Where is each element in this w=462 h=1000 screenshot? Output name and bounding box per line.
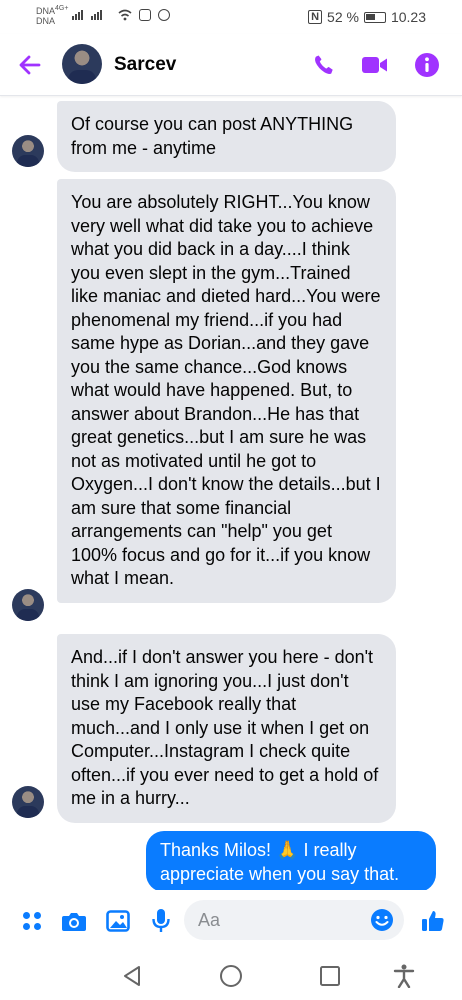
back-triangle-icon[interactable] [120, 964, 144, 988]
carrier-labels: DNA4G+ DNA [36, 4, 68, 26]
wifi-icon [118, 9, 132, 21]
outgoing-message[interactable]: Thanks Milos! 🙏 I really appreciate when… [146, 831, 436, 890]
accessibility-icon[interactable] [392, 964, 416, 988]
signal-strength-icon [72, 10, 102, 20]
menu-dots-icon[interactable] [18, 907, 46, 935]
carrier-top: DNA [36, 6, 56, 16]
incoming-message[interactable]: Of course you can post ANYTHING from me … [57, 101, 396, 172]
message-composer: Aa [0, 890, 462, 952]
status-right: N 52 % 10.23 [308, 9, 426, 25]
info-icon[interactable] [413, 51, 441, 79]
thumbs-up-icon[interactable] [419, 907, 447, 935]
contact-avatar[interactable] [62, 44, 102, 84]
back-arrow-icon[interactable] [17, 52, 43, 78]
facebook-icon [158, 9, 170, 21]
sender-avatar[interactable] [12, 786, 44, 818]
sender-avatar[interactable] [12, 135, 44, 167]
contact-name[interactable]: Sarcev [114, 54, 176, 76]
incoming-message[interactable]: You are absolutely RIGHT...You know very… [57, 179, 396, 603]
home-circle-icon[interactable] [219, 964, 243, 988]
instagram-icon [139, 9, 151, 21]
status-bar: DNA4G+ DNA N 52 % 10.23 [0, 0, 462, 34]
image-icon[interactable] [104, 907, 132, 935]
carrier-bottom: DNA [36, 16, 56, 26]
video-icon[interactable] [361, 51, 389, 79]
battery-icon [363, 11, 386, 23]
notification-icons [118, 9, 170, 21]
recents-square-icon[interactable] [318, 964, 342, 988]
microphone-icon[interactable] [147, 907, 175, 935]
message-input[interactable]: Aa [184, 900, 404, 940]
camera-icon[interactable] [60, 907, 88, 935]
incoming-message[interactable]: And...if I don't answer you here - don't… [57, 634, 396, 823]
carrier-top-tech: 4G+ [55, 5, 69, 12]
message-input-placeholder: Aa [198, 910, 221, 930]
emoji-icon[interactable] [370, 908, 394, 932]
message-thread[interactable]: Of course you can post ANYTHING from me … [0, 97, 462, 890]
chat-header: Sarcev [0, 34, 462, 96]
battery-percent: 52 % [327, 9, 359, 25]
clock: 10.23 [390, 9, 426, 25]
system-navigation-bar [0, 952, 462, 1000]
nfc-icon: N [308, 10, 323, 24]
phone-icon[interactable] [310, 51, 338, 79]
sender-avatar[interactable] [12, 589, 44, 621]
